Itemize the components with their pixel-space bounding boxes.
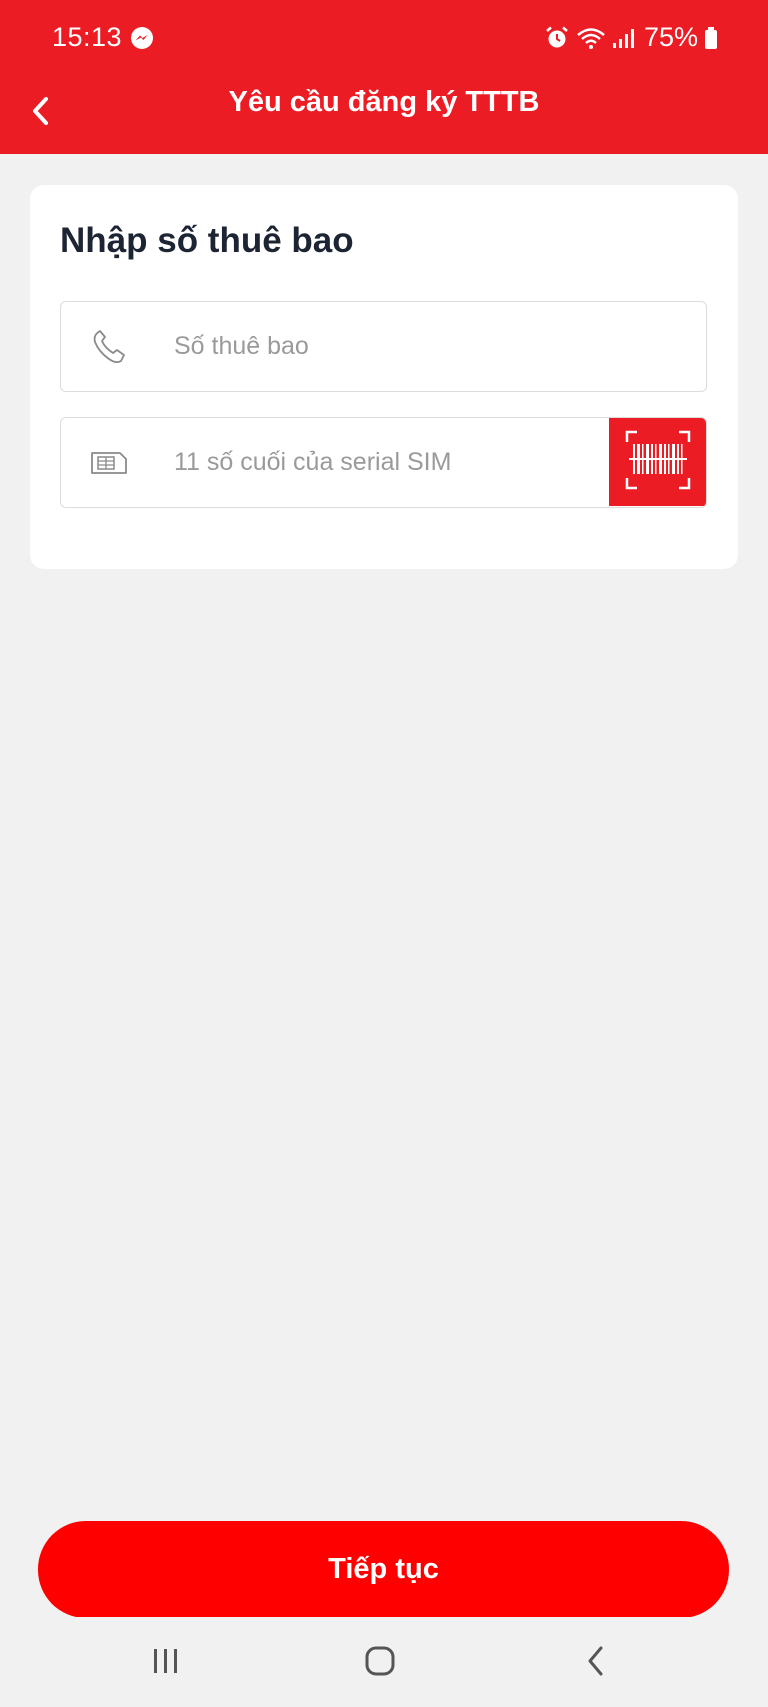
phone-number-input[interactable] [174,302,674,390]
barcode-scan-icon [625,430,691,495]
system-navigation-bar [0,1617,768,1707]
subscriber-input-card: Nhập số thuê bao [30,185,738,569]
system-back-button[interactable] [571,1641,621,1685]
navigation-header: Yêu cầu đăng ký TTTB [0,78,768,154]
barcode-scan-button[interactable] [609,418,706,506]
home-icon [364,1645,396,1682]
battery-percentage: 75% [643,22,698,52]
status-icons: 75% [544,22,718,53]
chevron-left-icon [586,1645,606,1682]
card-title: Nhập số thuê bao [60,221,354,260]
app-header-bar: 15:13 75% Yêu cầu đăng ký TTTB [0,0,768,154]
wifi-icon [576,26,606,50]
battery-icon [704,26,718,50]
recents-icon [151,1647,181,1680]
continue-button[interactable]: Tiếp tục [38,1521,729,1618]
status-time: 15:13 [52,22,123,52]
phone-icon [89,327,129,367]
sim-serial-field[interactable] [60,417,707,508]
sim-card-icon [89,443,129,483]
recents-button[interactable] [141,1641,191,1685]
status-bar: 15:13 75% [0,0,768,78]
home-button[interactable] [355,1641,405,1685]
phone-number-field[interactable] [60,301,707,392]
page-title: Yêu cầu đăng ký TTTB [228,86,540,118]
sim-serial-input[interactable] [174,418,594,506]
signal-icon [612,26,636,50]
alarm-icon [544,25,570,51]
messenger-notification-icon [130,26,154,50]
